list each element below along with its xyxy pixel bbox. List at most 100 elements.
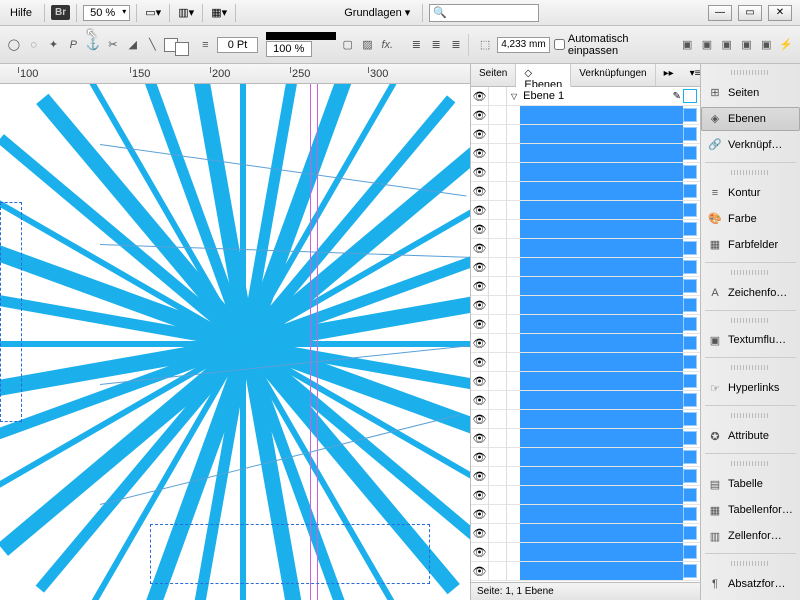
lock-slot[interactable] (489, 429, 507, 448)
scissors-icon[interactable]: ✂ (105, 36, 121, 54)
lock-slot[interactable] (489, 391, 507, 410)
visibility-icon[interactable]: 👁 (471, 277, 489, 296)
selection-indicator[interactable] (683, 146, 697, 160)
selection-indicator[interactable] (683, 260, 697, 274)
visibility-icon[interactable]: 👁 (471, 505, 489, 524)
visibility-icon[interactable]: 👁 (471, 163, 489, 182)
maximize-button[interactable]: ▭ (738, 5, 762, 21)
selection-indicator[interactable] (683, 431, 697, 445)
lock-slot[interactable] (489, 239, 507, 258)
visibility-icon[interactable]: 👁 (471, 144, 489, 163)
visibility-icon[interactable]: 👁 (471, 315, 489, 334)
type-path-icon[interactable]: P (65, 36, 81, 54)
lock-slot[interactable] (489, 182, 507, 201)
selection-indicator[interactable] (683, 450, 697, 464)
layer-row[interactable]: 👁 (471, 201, 700, 220)
gradient-icon[interactable]: ▨ (360, 36, 376, 54)
lock-slot[interactable] (489, 201, 507, 220)
lock-slot[interactable] (489, 353, 507, 372)
lock-slot[interactable] (489, 277, 507, 296)
star-icon[interactable]: ✦ (46, 36, 62, 54)
selection-indicator[interactable] (683, 279, 697, 293)
selection-indicator[interactable] (683, 355, 697, 369)
visibility-icon[interactable]: 👁 (471, 467, 489, 486)
lock-slot[interactable] (489, 163, 507, 182)
selection-indicator[interactable] (683, 317, 697, 331)
dock-verknuepf[interactable]: 🔗Verknüpf… (701, 133, 800, 157)
layer-row[interactable]: 👁 (471, 353, 700, 372)
selection-indicator[interactable] (683, 222, 697, 236)
layer-row[interactable]: 👁 (471, 296, 700, 315)
frame-fit-2-icon[interactable]: ▣ (699, 36, 715, 54)
lock-slot[interactable] (489, 296, 507, 315)
selection-indicator[interactable] (683, 564, 697, 578)
selection-indicator[interactable] (683, 165, 697, 179)
selection-indicator[interactable] (683, 393, 697, 407)
autofit-checkbox[interactable]: Automatisch einpassen (554, 33, 666, 57)
visibility-icon[interactable]: 👁 (471, 562, 489, 581)
layer-row[interactable]: 👁 (471, 429, 700, 448)
layer-row[interactable]: 👁 (471, 486, 700, 505)
frame-fit-4-icon[interactable]: ▣ (739, 36, 755, 54)
frame-fit-1-icon[interactable]: ▣ (679, 36, 695, 54)
layer-row[interactable]: 👁 (471, 144, 700, 163)
lock-slot[interactable] (489, 315, 507, 334)
visibility-icon[interactable]: 👁 (471, 106, 489, 125)
view-options-icon[interactable]: ▦▾ (209, 3, 229, 23)
selection-indicator[interactable] (683, 526, 697, 540)
layer-row[interactable]: 👁 (471, 524, 700, 543)
dock-absatzfor[interactable]: ¶Absatzfor… (701, 572, 800, 596)
measurement-field[interactable]: 4,233 mm (497, 37, 550, 53)
visibility-icon[interactable]: 👁 (471, 524, 489, 543)
lock-slot[interactable] (489, 448, 507, 467)
lock-slot[interactable] (489, 524, 507, 543)
line-icon[interactable]: ╲ (145, 36, 161, 54)
dashed-ellipse-icon[interactable]: ◌ (26, 36, 42, 54)
align-3-icon[interactable]: ≣ (448, 36, 464, 54)
layer-row[interactable]: 👁 (471, 315, 700, 334)
layer-row[interactable]: 👁 (471, 543, 700, 562)
layer-row[interactable]: 👁 (471, 125, 700, 144)
lock-slot[interactable] (489, 543, 507, 562)
dock-farbfelder[interactable]: ▦Farbfelder (701, 233, 800, 257)
dock-zeichen[interactable]: AZeichenfo… (701, 281, 800, 305)
guide-vertical[interactable] (317, 84, 318, 600)
dock-tabellenfor[interactable]: ▦Tabellenfor… (701, 498, 800, 522)
visibility-icon[interactable]: 👁 (471, 239, 489, 258)
selection-indicator[interactable] (683, 89, 697, 103)
lock-slot[interactable] (489, 372, 507, 391)
layer-row[interactable]: 👁 (471, 410, 700, 429)
visibility-icon[interactable]: 👁 (471, 372, 489, 391)
lock-slot[interactable] (489, 505, 507, 524)
tab-pages[interactable]: Seiten (471, 64, 516, 86)
selection-indicator[interactable] (683, 469, 697, 483)
dock-ebenen[interactable]: ◈Ebenen (701, 107, 800, 131)
lock-slot[interactable] (489, 486, 507, 505)
layer-row[interactable]: 👁 (471, 106, 700, 125)
close-button[interactable]: ✕ (768, 5, 792, 21)
lock-slot[interactable] (489, 220, 507, 239)
layer-row[interactable]: 👁 (471, 334, 700, 353)
lock-slot[interactable] (489, 125, 507, 144)
visibility-icon[interactable]: 👁 (471, 125, 489, 144)
align-2-icon[interactable]: ≣ (428, 36, 444, 54)
bridge-button[interactable]: Br (51, 5, 70, 20)
stroke-weight-field[interactable]: 0 Pt (217, 37, 258, 53)
panel-collapse-icon[interactable]: ▸▸ (656, 64, 682, 86)
frame-fit-3-icon[interactable]: ▣ (719, 36, 735, 54)
ellipse-tool-icon[interactable]: ◯ (6, 36, 22, 54)
visibility-icon[interactable]: 👁 (471, 486, 489, 505)
selection-indicator[interactable] (683, 336, 697, 350)
align-1-icon[interactable]: ≣ (408, 36, 424, 54)
layer-row[interactable]: 👁 ▽ Ebene 1 ✎ (471, 87, 700, 106)
dock-seiten[interactable]: ⊞Seiten (701, 81, 800, 105)
selection-indicator[interactable] (683, 507, 697, 521)
fx-icon[interactable]: fx. (379, 36, 395, 54)
help-menu[interactable]: Hilfe (4, 3, 38, 23)
visibility-icon[interactable]: 👁 (471, 429, 489, 448)
anchor-icon[interactable]: ⚓ (85, 36, 101, 54)
selection-indicator[interactable] (683, 184, 697, 198)
lock-slot[interactable] (489, 106, 507, 125)
visibility-icon[interactable]: 👁 (471, 220, 489, 239)
visibility-icon[interactable]: 👁 (471, 258, 489, 277)
